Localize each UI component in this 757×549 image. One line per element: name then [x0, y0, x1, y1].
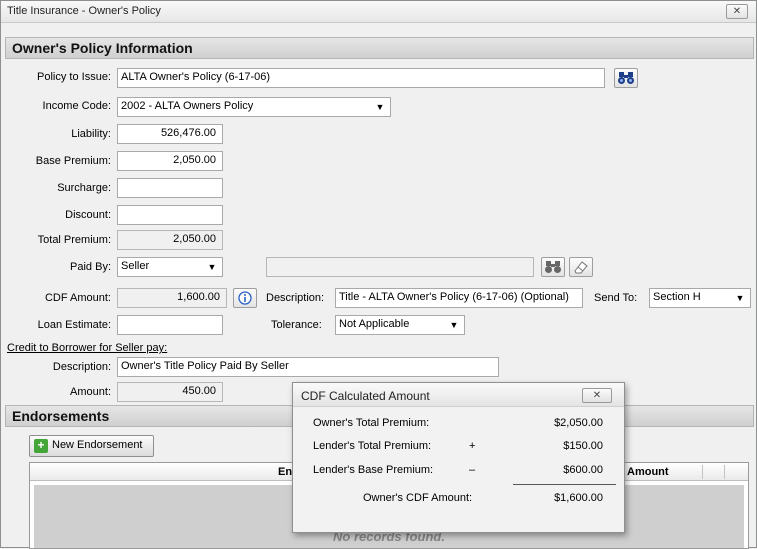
- close-button[interactable]: ✕: [726, 4, 748, 19]
- popup-row-operator: –: [469, 464, 476, 476]
- paid-by-value: Seller: [121, 260, 150, 272]
- send-to-label: Send To:: [594, 292, 638, 304]
- section-header-policy: Owner's Policy Information: [5, 37, 754, 59]
- credit-amount-label: Amount:: [70, 386, 111, 398]
- column-header-amount[interactable]: Amount: [627, 466, 669, 478]
- plus-icon: +: [34, 439, 48, 453]
- policy-to-issue-label: Policy to Issue:: [37, 71, 111, 83]
- credit-to-borrower-link[interactable]: Credit to Borrower for Seller pay:: [7, 342, 167, 354]
- discount-field[interactable]: [117, 205, 223, 225]
- income-code-label: Income Code:: [42, 100, 111, 112]
- column-divider: [702, 465, 703, 479]
- send-to-value: Section H: [653, 291, 701, 303]
- tolerance-label: Tolerance:: [271, 319, 322, 331]
- popup-row-value: $150.00: [563, 440, 603, 452]
- title-bar: Title Insurance - Owner's Policy ✕: [1, 1, 756, 23]
- new-endorsement-label: New Endorsement: [52, 439, 143, 451]
- popup-row-label: Lender's Base Premium:: [313, 464, 434, 476]
- popup-total-label: Owner's CDF Amount:: [363, 492, 473, 504]
- popup-title: CDF Calculated Amount: [301, 389, 430, 403]
- popup-row-value: $2,050.00: [554, 417, 603, 429]
- sum-divider: [513, 484, 616, 485]
- income-code-value: 2002 - ALTA Owners Policy: [121, 100, 254, 112]
- payee-search-button[interactable]: [541, 257, 565, 277]
- surcharge-label: Surcharge:: [57, 182, 111, 194]
- description-label: Description:: [266, 292, 325, 304]
- info-icon: [238, 291, 252, 305]
- popup-row-label: Owner's Total Premium:: [313, 417, 430, 429]
- liability-label: Liability:: [71, 128, 111, 140]
- popup-title-bar: CDF Calculated Amount ✕: [293, 383, 624, 407]
- tolerance-value: Not Applicable: [339, 318, 410, 330]
- chevron-down-icon: ▼: [735, 293, 745, 303]
- eraser-icon: [574, 261, 588, 274]
- base-premium-field[interactable]: 2,050.00: [117, 151, 223, 171]
- chevron-down-icon: ▼: [449, 320, 459, 330]
- popup-total-value: $1,600.00: [554, 492, 603, 504]
- loan-estimate-field[interactable]: [117, 315, 223, 335]
- tolerance-select[interactable]: Not Applicable ▼: [335, 315, 465, 335]
- policy-to-issue-field[interactable]: ALTA Owner's Policy (6-17-06): [117, 68, 605, 88]
- liability-field[interactable]: 526,476.00: [117, 124, 223, 144]
- payee-field: [266, 257, 534, 277]
- popup-row-value: $600.00: [563, 464, 603, 476]
- popup-row-label: Lender's Total Premium:: [313, 440, 432, 452]
- total-premium-field: 2,050.00: [117, 230, 223, 250]
- chevron-down-icon: ▼: [375, 102, 385, 112]
- credit-amount-field: 450.00: [117, 382, 223, 402]
- cdf-calculated-popup: CDF Calculated Amount ✕ Owner's Total Pr…: [292, 382, 625, 533]
- cdf-info-button[interactable]: [233, 288, 257, 308]
- credit-description-label: Description:: [52, 361, 111, 373]
- window: Title Insurance - Owner's Policy ✕ Owner…: [0, 0, 757, 549]
- new-endorsement-button[interactable]: + New Endorsement: [29, 435, 154, 457]
- cdf-amount-field: 1,600.00: [117, 288, 227, 308]
- base-premium-label: Base Premium:: [35, 155, 111, 167]
- send-to-select[interactable]: Section H ▼: [649, 288, 751, 308]
- payee-clear-button[interactable]: [569, 257, 593, 277]
- popup-close-button[interactable]: ✕: [582, 388, 612, 403]
- policy-search-button[interactable]: [614, 68, 638, 88]
- binoculars-icon: [545, 261, 561, 273]
- paid-by-select[interactable]: Seller ▼: [117, 257, 223, 277]
- binoculars-icon: [618, 72, 634, 84]
- popup-row-operator: +: [469, 440, 476, 452]
- description-field[interactable]: Title - ALTA Owner's Policy (6-17-06) (O…: [335, 288, 583, 308]
- credit-description-field[interactable]: Owner's Title Policy Paid By Seller: [117, 357, 499, 377]
- surcharge-field[interactable]: [117, 178, 223, 198]
- paid-by-label: Paid By:: [70, 261, 111, 273]
- window-title: Title Insurance - Owner's Policy: [7, 5, 161, 17]
- column-divider: [724, 465, 725, 479]
- loan-estimate-label: Loan Estimate:: [37, 319, 111, 331]
- cdf-amount-label: CDF Amount:: [44, 292, 111, 304]
- total-premium-label: Total Premium:: [37, 234, 111, 246]
- income-code-select[interactable]: 2002 - ALTA Owners Policy ▼: [117, 97, 391, 117]
- discount-label: Discount:: [65, 209, 111, 221]
- chevron-down-icon: ▼: [207, 262, 217, 272]
